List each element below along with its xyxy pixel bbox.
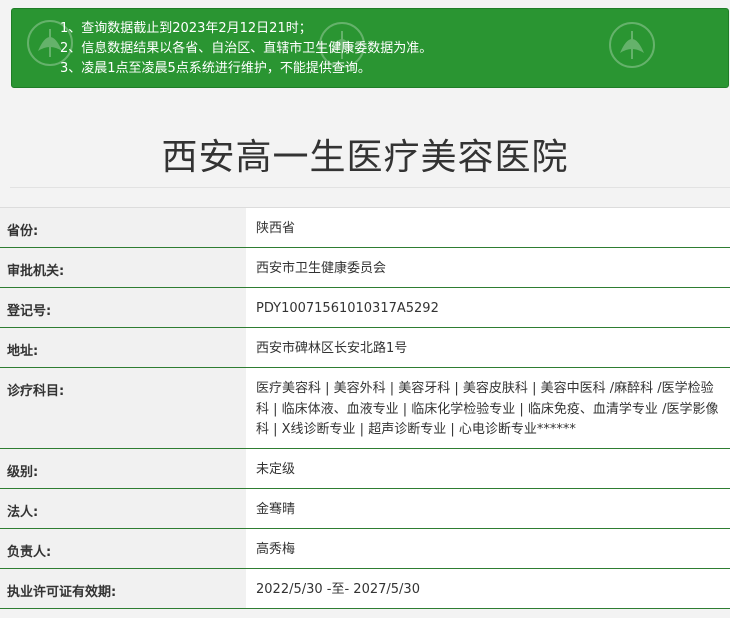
row-label: 审批机关: [0, 247, 246, 288]
row-label: 省份: [0, 207, 246, 248]
table-row-registration: 登记号: PDY10071561010317A5292 [0, 287, 730, 328]
row-label: 负责人: [0, 528, 246, 569]
row-value: 西安市卫生健康委员会 [246, 247, 730, 288]
notice-text: 1、查询数据截止到2023年2月12日21时； 2、信息数据结果以各省、自治区、… [60, 19, 432, 79]
row-label: 法人: [0, 488, 246, 529]
notice-line-3: 3、凌晨1点至凌晨5点系统进行维护，不能提供查询。 [60, 61, 371, 76]
row-label: 诊疗科目: [0, 367, 246, 449]
row-label: 地址: [0, 327, 246, 368]
license-validity-value: 2022/5/30 -至- 2027/5/30 [256, 582, 420, 597]
notice-banner: 1、查询数据截止到2023年2月12日21时； 2、信息数据结果以各省、自治区、… [11, 8, 729, 88]
hospital-info-table: 省份: 陕西省 审批机关: 西安市卫生健康委员会 登记号: PDY1007156… [0, 207, 730, 609]
legal-person-value: 金骞晴 [256, 502, 296, 517]
table-row-address: 地址: 西安市碑林区长安北路1号 [0, 327, 730, 368]
level-value: 未定级 [256, 462, 296, 477]
address-value: 西安市碑林区长安北路1号 [256, 341, 408, 356]
row-label: 执业许可证有效期: [0, 568, 246, 609]
table-row-level: 级别: 未定级 [0, 448, 730, 489]
province-value: 陕西省 [256, 221, 296, 236]
registration-value: PDY10071561010317A5292 [256, 301, 439, 316]
table-row-authority: 审批机关: 西安市卫生健康委员会 [0, 247, 730, 288]
row-value: 陕西省 [246, 207, 730, 248]
table-row-principal: 负责人: 高秀梅 [0, 528, 730, 569]
row-value: 高秀梅 [246, 528, 730, 569]
notice-line-1: 1、查询数据截止到2023年2月12日21时； [60, 21, 312, 36]
row-value: 金骞晴 [246, 488, 730, 529]
table-row-departments: 诊疗科目: 医疗美容科 | 美容外科 | 美容牙科 | 美容皮肤科 | 美容中医… [0, 367, 730, 449]
row-value: 医疗美容科 | 美容外科 | 美容牙科 | 美容皮肤科 | 美容中医科 /麻醉科… [246, 367, 730, 449]
row-label: 登记号: [0, 287, 246, 328]
table-row-province: 省份: 陕西省 [0, 207, 730, 248]
page-title: 西安高一生医疗美容医院 [161, 137, 569, 178]
row-label: 级别: [0, 448, 246, 489]
title-divider [10, 187, 730, 188]
watermark-logo-icon [592, 15, 702, 87]
row-value: 西安市碑林区长安北路1号 [246, 327, 730, 368]
table-row-license-validity: 执业许可证有效期: 2022/5/30 -至- 2027/5/30 [0, 568, 730, 609]
table-row-legal-person: 法人: 金骞晴 [0, 488, 730, 529]
row-value: 未定级 [246, 448, 730, 489]
authority-value: 西安市卫生健康委员会 [256, 261, 387, 276]
notice-line-2: 2、信息数据结果以各省、自治区、直辖市卫生健康委数据为准。 [60, 41, 433, 56]
departments-value: 医疗美容科 | 美容外科 | 美容牙科 | 美容皮肤科 | 美容中医科 /麻醉科… [256, 381, 719, 437]
principal-value: 高秀梅 [256, 542, 296, 557]
row-value: 2022/5/30 -至- 2027/5/30 [246, 568, 730, 609]
row-value: PDY10071561010317A5292 [246, 287, 730, 328]
